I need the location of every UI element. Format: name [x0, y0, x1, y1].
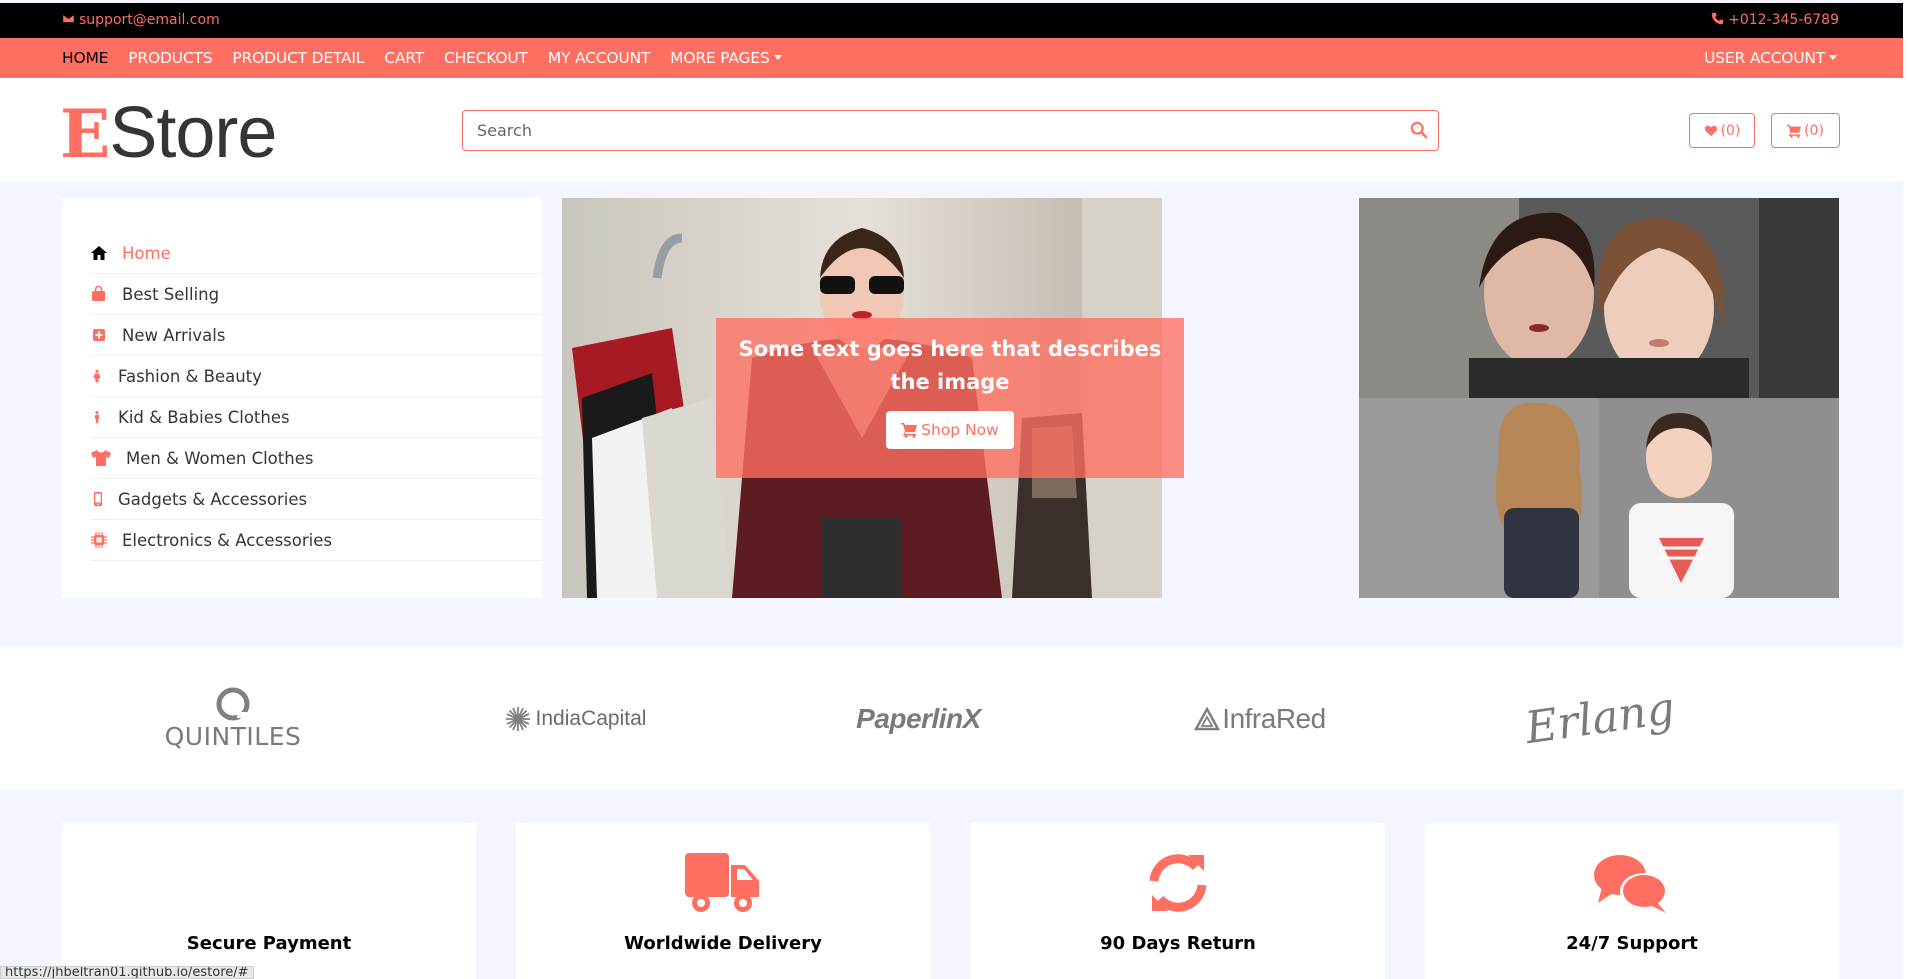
brand-name: IndiaCapital	[535, 706, 647, 730]
sync-icon	[1149, 854, 1207, 912]
support-phone[interactable]: +012-345-6789	[1711, 3, 1839, 38]
caret-down-icon	[773, 55, 782, 60]
search-input[interactable]	[463, 111, 1363, 150]
brand-name: PaperlinX	[856, 702, 981, 734]
shopping-cart-icon	[901, 423, 918, 438]
sidebar-item-label: Gadgets & Accessories	[118, 489, 308, 509]
estore-logo[interactable]: EStore	[60, 93, 277, 175]
sidebar-item-new-arrivals[interactable]: New Arrivals	[90, 315, 542, 356]
user-account-label: USER ACCOUNT	[1704, 49, 1825, 67]
user-account-dropdown[interactable]: USER ACCOUNT	[1704, 38, 1837, 78]
brand-carousel: QUINTILES IndiaCapital PaperlinX InfraRe…	[0, 647, 1903, 790]
microchip-icon	[91, 532, 107, 548]
truck-icon	[685, 853, 759, 912]
wishlist-count: (0)	[1720, 122, 1741, 139]
search-box	[462, 110, 1439, 151]
brand-name: Erlang	[1522, 682, 1678, 755]
female-icon	[93, 369, 101, 383]
brand-paperlinx[interactable]: PaperlinX	[846, 647, 991, 790]
sidebar-item-electronics-accessories[interactable]: Electronics & Accessories	[90, 520, 542, 561]
nav-product-detail[interactable]: PRODUCT DETAIL	[232, 49, 364, 67]
feature-worldwide-delivery: Worldwide Delivery	[516, 823, 930, 979]
wishlist-button[interactable]: (0)	[1689, 113, 1755, 148]
logo-initial: E	[60, 95, 110, 173]
feature-title: 90 Days Return	[1100, 933, 1256, 954]
nav-products[interactable]: PRODUCTS	[128, 49, 212, 67]
nav-more-pages-dropdown[interactable]: MORE PAGES	[670, 49, 782, 67]
sidebar-item-best-selling[interactable]: Best Selling	[90, 274, 542, 315]
logo-text: Store	[109, 93, 277, 173]
shop-now-label: Shop Now	[921, 421, 999, 439]
category-sidebar: Home Best Selling New Arrivals Fashion &…	[62, 198, 542, 598]
window-edge	[1903, 0, 1908, 979]
brand-erlang[interactable]: Erlang	[1522, 647, 1678, 790]
sidebar-item-label: Men & Women Clothes	[126, 448, 314, 468]
lock-icon	[251, 879, 287, 909]
shopping-bag-icon	[92, 285, 105, 301]
child-icon	[95, 411, 99, 424]
site-header: EStore (0) (0)	[0, 78, 1903, 182]
sidebar-item-home[interactable]: Home	[90, 233, 542, 274]
brand-name: QUINTILES	[164, 722, 302, 751]
feature-secure-payment: Secure Payment	[62, 823, 476, 979]
feature-title: Secure Payment	[186, 933, 352, 954]
sidebar-item-label: Kid & Babies Clothes	[118, 407, 290, 427]
phone-icon	[1711, 12, 1724, 25]
shop-now-button[interactable]: Shop Now	[886, 411, 1014, 449]
envelope-icon	[62, 14, 75, 23]
feature-title: Worldwide Delivery	[624, 933, 822, 954]
brand-name: InfraRed	[1222, 702, 1326, 734]
sidebar-item-label: Home	[122, 243, 171, 263]
infrared-logo-icon	[1194, 706, 1221, 730]
caret-down-icon	[1829, 55, 1837, 60]
nav-my-account[interactable]: MY ACCOUNT	[548, 49, 651, 67]
nav-checkout[interactable]: CHECKOUT	[444, 49, 528, 67]
sidebar-item-label: Fashion & Beauty	[118, 366, 262, 386]
sidebar-item-men-women-clothes[interactable]: Men & Women Clothes	[90, 438, 542, 479]
nav-more-pages-label: MORE PAGES	[670, 49, 770, 67]
cart-count: (0)	[1804, 122, 1824, 139]
sidebar-item-kid-babies-clothes[interactable]: Kid & Babies Clothes	[90, 397, 542, 438]
cart-button[interactable]: (0)	[1771, 113, 1840, 148]
indiacapital-logo-icon	[505, 706, 530, 731]
brand-quintiles[interactable]: QUINTILES	[160, 647, 306, 790]
feature-24-7-support: 24/7 Support	[1425, 823, 1839, 979]
heart-icon	[1704, 125, 1717, 136]
sidebar-item-label: Electronics & Accessories	[122, 530, 332, 550]
brand-indiacapital[interactable]: IndiaCapital	[495, 647, 655, 790]
promo-images	[1359, 198, 1839, 598]
nav-home[interactable]: HOME	[62, 49, 108, 67]
browser-status-url: https://jhbeltran01.github.io/estore/#	[0, 966, 254, 979]
sidebar-item-label: New Arrivals	[122, 325, 226, 345]
home-icon	[91, 246, 107, 260]
sidebar-item-fashion-beauty[interactable]: Fashion & Beauty	[90, 356, 542, 397]
main-nav: HOME PRODUCTS PRODUCT DETAIL CART CHECKO…	[0, 38, 1903, 78]
feature-title: 24/7 Support	[1566, 933, 1698, 954]
support-email[interactable]: support@email.com	[62, 3, 220, 38]
feature-90-days-return: 90 Days Return	[971, 823, 1385, 979]
mobile-icon	[94, 491, 102, 507]
hero-caption-panel: Some text goes here that describes the i…	[716, 318, 1184, 478]
promo-image-kids[interactable]	[1359, 398, 1839, 598]
plus-square-icon	[93, 329, 105, 341]
comments-icon	[1594, 855, 1668, 913]
sidebar-item-gadgets-accessories[interactable]: Gadgets & Accessories	[90, 479, 542, 520]
brand-infrared[interactable]: InfraRed	[1190, 647, 1330, 790]
search-icon[interactable]	[1410, 121, 1428, 139]
shopping-cart-icon	[1787, 124, 1802, 138]
tshirt-icon	[91, 450, 111, 466]
top-bar: support@email.com +012-345-6789	[0, 3, 1903, 38]
quintiles-logo-icon	[216, 687, 250, 721]
nav-cart[interactable]: CART	[384, 49, 424, 67]
hero-caption: Some text goes here that describes the i…	[738, 337, 1162, 394]
promo-image-women[interactable]	[1359, 198, 1839, 398]
sidebar-item-label: Best Selling	[122, 284, 220, 304]
